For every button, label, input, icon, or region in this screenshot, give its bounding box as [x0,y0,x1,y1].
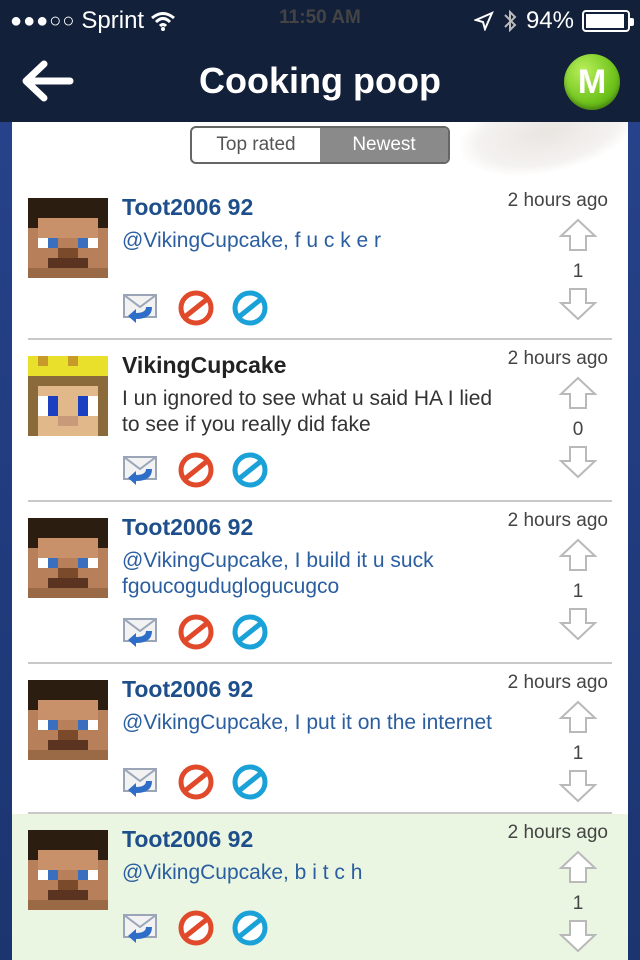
comment-actions [122,452,268,493]
comment-actions [122,614,268,655]
logo-letter: M [577,62,607,101]
comment-row[interactable]: Toot2006 92 @VikingCupcake, f u c k e r … [12,182,628,340]
vote-count: 1 [572,893,584,914]
vote-count: 1 [572,581,584,602]
background-edge-right [628,122,640,960]
comment-username[interactable]: Toot2006 92 [122,194,253,221]
decorative-image [451,122,628,190]
comment-text: @VikingCupcake, I build it u suck fgouco… [122,549,434,598]
comment-time: 2 hours ago [507,348,608,369]
battery-percent: 94% [525,7,574,34]
block-icon[interactable] [178,910,214,951]
comment-actions [122,290,268,331]
downvote-icon[interactable] [558,770,598,807]
reply-icon[interactable] [122,453,160,492]
block-icon[interactable] [178,290,214,331]
location-icon [473,11,494,31]
vote-control: 0 [556,376,600,484]
ignore-icon[interactable] [232,764,268,805]
status-bar: ●●●○○ Sprint 11:50 AM 94% [0,0,640,40]
battery-icon [582,10,634,32]
comment-username[interactable]: Toot2006 92 [122,514,253,541]
reply-icon[interactable] [122,911,160,950]
upvote-icon[interactable] [558,700,598,738]
comment-username[interactable]: VikingCupcake [122,352,286,379]
ignore-icon[interactable] [232,910,268,951]
upvote-icon[interactable] [558,850,598,888]
comment-row[interactable]: VikingCupcake I un ignored to see what u… [12,340,628,502]
block-icon[interactable] [178,452,214,493]
comment-actions [122,764,268,805]
comment-time: 2 hours ago [507,510,608,531]
reply-icon[interactable] [122,291,160,330]
comment-row[interactable]: Toot2006 92 @VikingCupcake, I put it on … [12,664,628,814]
comment-row[interactable]: Toot2006 92 @VikingCupcake, b i t c h 2 … [12,814,628,960]
upvote-icon[interactable] [558,538,598,576]
avatar[interactable] [28,198,108,278]
tab-newest[interactable]: Newest [320,128,448,162]
comment-text: @VikingCupcake, f u c k e r [122,229,382,252]
sort-segmented-control: Top rated Newest [190,126,450,164]
comment-text: I un ignored to see what u said HA I lie… [122,387,493,436]
comment-row[interactable]: Toot2006 92 @VikingCupcake, I build it u… [12,502,628,664]
upvote-icon[interactable] [558,218,598,256]
vote-count: 1 [572,261,584,282]
avatar[interactable] [28,680,108,760]
block-icon[interactable] [178,764,214,805]
ignore-icon[interactable] [232,290,268,331]
bluetooth-icon [504,9,517,33]
vote-count: 1 [572,743,584,764]
comment-time: 2 hours ago [507,190,608,211]
reply-icon[interactable] [122,615,160,654]
avatar[interactable] [28,356,108,436]
comment-text: @VikingCupcake, I put it on the internet [122,711,492,734]
vote-count: 0 [572,419,584,440]
comment-time: 2 hours ago [507,822,608,843]
block-icon[interactable] [178,614,214,655]
comment-actions [122,910,268,951]
reply-icon[interactable] [122,765,160,804]
downvote-icon[interactable] [558,446,598,483]
ignore-icon[interactable] [232,452,268,493]
downvote-icon[interactable] [558,608,598,645]
comments-panel[interactable]: Top rated Newest Toot2006 92 @VikingCupc… [12,122,628,960]
ignore-icon[interactable] [232,614,268,655]
nav-bar: Cooking poop M [0,40,640,122]
vote-control: 1 [556,538,600,646]
downvote-icon[interactable] [558,920,598,957]
avatar[interactable] [28,518,108,598]
upvote-icon[interactable] [558,376,598,414]
tab-top-rated[interactable]: Top rated [192,128,320,162]
comment-username[interactable]: Toot2006 92 [122,676,253,703]
comment-time: 2 hours ago [507,672,608,693]
comment-text: @VikingCupcake, b i t c h [122,861,363,884]
vote-control: 1 [556,850,600,958]
page-title: Cooking poop [199,60,441,101]
background-edge-left [0,122,12,960]
downvote-icon[interactable] [558,288,598,325]
app-logo[interactable]: M [564,54,620,110]
vote-control: 1 [556,700,600,808]
avatar[interactable] [28,830,108,910]
vote-control: 1 [556,218,600,326]
comment-username[interactable]: Toot2006 92 [122,826,253,853]
